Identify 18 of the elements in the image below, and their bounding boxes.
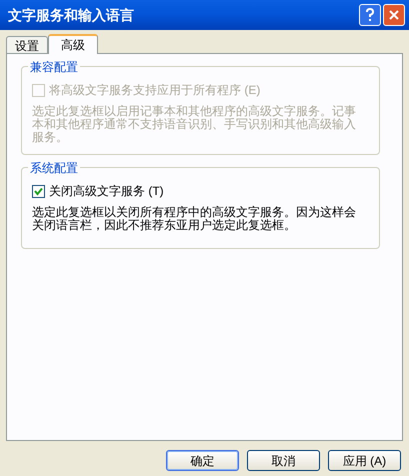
help-icon <box>365 8 375 22</box>
dialog-button[interactable]: 应用 (A) <box>328 450 401 471</box>
close-button[interactable] <box>383 4 405 26</box>
description: 选定此复选框以关闭所有程序中的高级文字服务。因为这样会关闭语言栏，因此不推荐东亚用户选定此复选框。 <box>32 206 357 232</box>
group-title: 兼容配置 <box>28 59 80 75</box>
help-button[interactable] <box>359 4 381 26</box>
check-icon <box>34 186 43 196</box>
close-icon <box>388 9 400 21</box>
description: 选定此复选框以启用记事本和其他程序的高级文字服务。记事本和其他程序通常不支持语音识别、手写识别和其他高级输入服务。 <box>32 105 357 144</box>
tab[interactable]: 高级 <box>48 34 98 54</box>
dialog-button[interactable]: 取消 <box>247 450 320 471</box>
checkbox-label: 关闭高级文字服务 (T) <box>49 183 164 200</box>
tab[interactable]: 设置 <box>6 36 48 53</box>
checkbox-label: 将高级文字服务支持应用于所有程序 (E) <box>49 82 260 99</box>
checkbox[interactable] <box>32 184 45 198</box>
group-title: 系统配置 <box>28 160 80 176</box>
dialog-button[interactable]: 确定 <box>166 450 239 471</box>
window-title: 文字服务和输入语言 <box>8 6 134 24</box>
